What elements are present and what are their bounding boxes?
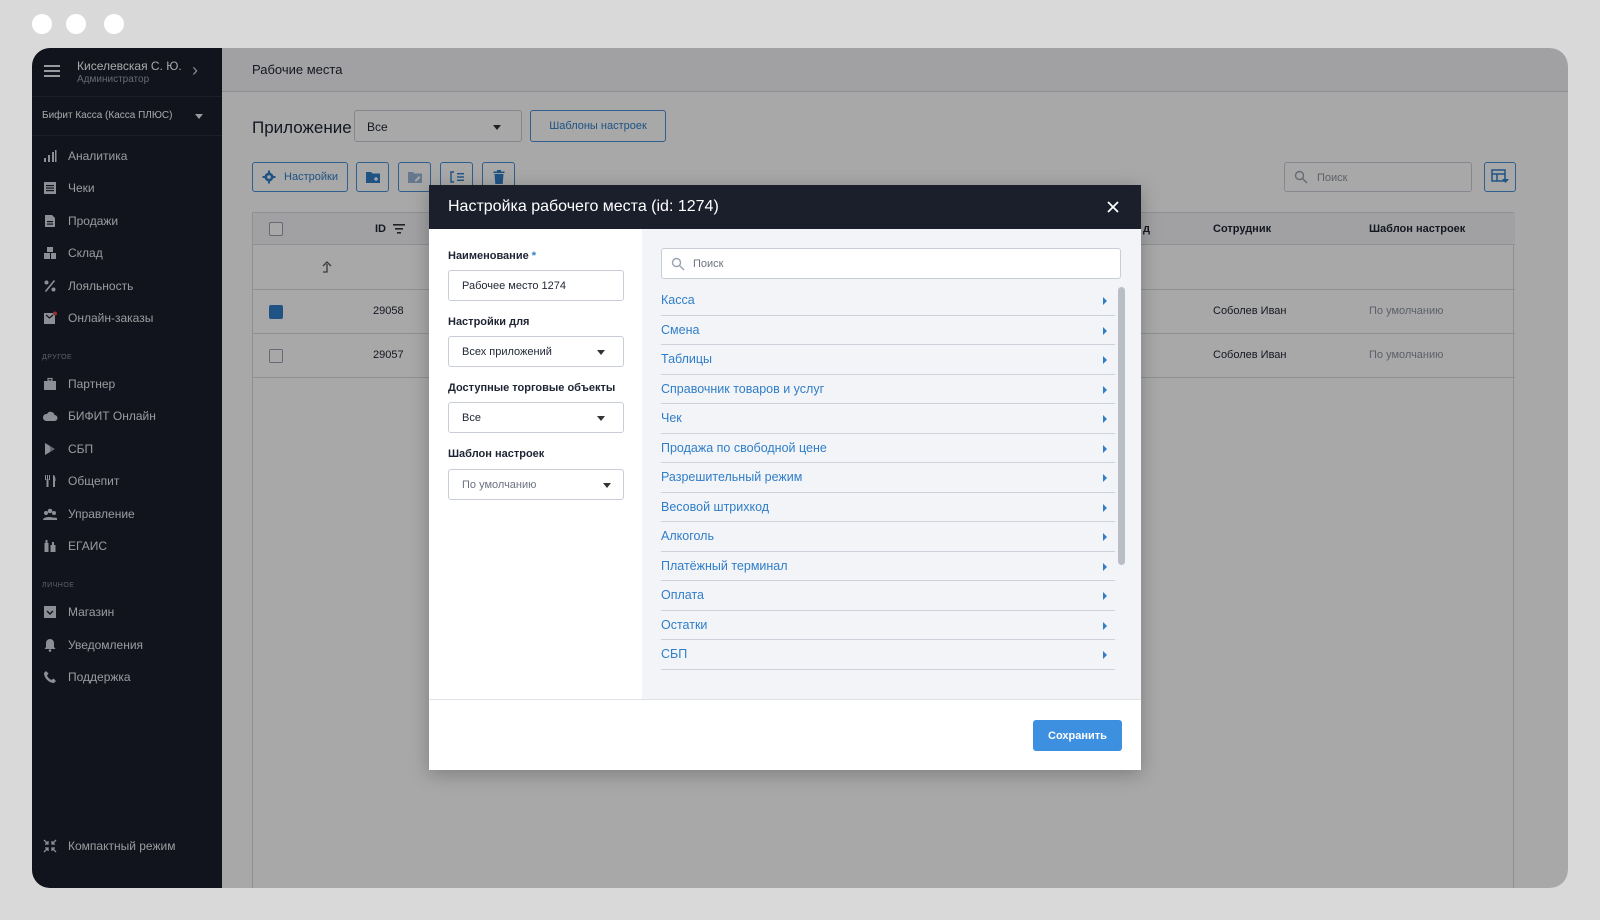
caret-right-icon (1103, 356, 1107, 364)
settings-category-item[interactable]: Остатки (661, 611, 1115, 640)
settings-category-item[interactable]: Справочник товаров и услуг (661, 375, 1115, 404)
caret-right-icon (1103, 651, 1107, 659)
settings-category-label: Оплата (661, 588, 704, 603)
settings-category-item[interactable]: Разрешительный режим (661, 463, 1115, 493)
settings-category-item[interactable]: Платёжный терминал (661, 552, 1115, 581)
workplace-settings-modal: Настройка рабочего места (id: 1274) Наим… (429, 185, 1141, 770)
close-icon[interactable] (1105, 199, 1121, 215)
settings-category-label: Чек (661, 411, 682, 426)
categories-search-placeholder: Поиск (693, 258, 724, 270)
caret-right-icon (1103, 444, 1107, 453)
objects-select[interactable]: Все (448, 402, 624, 433)
caret-down-icon (603, 483, 611, 488)
settings-category-label: Смена (661, 322, 700, 337)
caret-right-icon (1103, 562, 1107, 571)
name-value: Рабочее место 1274 (462, 280, 567, 292)
settings-category-item[interactable]: Алкоголь (661, 522, 1115, 552)
settings-category-item[interactable]: Продажа по свободной цене (661, 434, 1115, 463)
caret-right-icon (1103, 592, 1107, 600)
settings-for-value: Всех приложений (462, 346, 552, 358)
template-label: Шаблон настроек (448, 448, 545, 460)
settings-category-item[interactable]: Оплата (661, 581, 1115, 611)
caret-down-icon (597, 350, 605, 355)
settings-category-item[interactable]: СБП (661, 640, 1115, 670)
caret-right-icon (1103, 474, 1107, 482)
template-select[interactable]: По умолчанию (448, 469, 624, 500)
caret-right-icon (1103, 326, 1107, 335)
settings-for-select[interactable]: Всех приложений (448, 336, 624, 367)
settings-category-label: Продажа по свободной цене (661, 440, 827, 455)
window-control-dot[interactable] (32, 14, 52, 34)
settings-category-item[interactable]: Касса (661, 286, 1115, 316)
modal-footer: Сохранить (429, 699, 1141, 770)
settings-category-label: Касса (661, 293, 695, 308)
caret-right-icon (1103, 503, 1107, 512)
caret-right-icon (1103, 297, 1107, 305)
settings-category-item[interactable]: Смена (661, 316, 1115, 345)
caret-right-icon (1103, 533, 1107, 541)
caret-right-icon (1103, 385, 1107, 394)
settings-category-label: Платёжный терминал (661, 558, 788, 573)
template-value: По умолчанию (462, 479, 537, 491)
settings-categories-panel: Поиск Касса Смена Таблицы Справочник товаро… (642, 229, 1141, 699)
modal-title: Настройка рабочего места (id: 1274) (448, 198, 719, 215)
settings-category-item[interactable]: Чек (661, 404, 1115, 434)
save-button[interactable]: Сохранить (1033, 720, 1122, 751)
objects-value: Все (462, 412, 481, 424)
settings-category-label: Разрешительный режим (661, 470, 803, 485)
scrollbar-thumb[interactable] (1118, 287, 1125, 565)
modal-form: Наименование * Рабочее место 1274 Настро… (429, 229, 642, 699)
settings-category-label: Остатки (661, 617, 708, 632)
name-label: Наименование * (448, 250, 537, 262)
caret-right-icon (1103, 621, 1107, 630)
window-control-dot[interactable] (66, 14, 86, 34)
objects-label: Доступные торговые объекты (448, 382, 616, 394)
caret-down-icon (597, 416, 605, 421)
categories-list: Касса Смена Таблицы Справочник товаров и ус… (661, 286, 1115, 670)
app-window: Киселевская С. Ю. Администратор › Бифит … (32, 48, 1568, 888)
settings-category-label: Справочник товаров и услуг (661, 381, 825, 396)
settings-category-label: Таблицы (661, 352, 713, 367)
settings-category-item[interactable]: Таблицы (661, 345, 1115, 375)
settings-category-label: СБП (661, 647, 688, 662)
settings-for-label: Настройки для (448, 316, 530, 328)
scrollbar[interactable] (1118, 287, 1125, 692)
name-field[interactable]: Рабочее место 1274 (448, 270, 624, 301)
settings-category-item[interactable]: Весовой штрихкод (661, 493, 1115, 522)
window-control-dot[interactable] (104, 14, 124, 34)
caret-right-icon (1103, 415, 1107, 423)
modal-header: Настройка рабочего места (id: 1274) (429, 185, 1141, 229)
categories-search-input[interactable]: Поиск (661, 248, 1121, 279)
settings-category-label: Весовой штрихкод (661, 499, 770, 514)
search-icon (671, 257, 685, 271)
settings-category-label: Алкоголь (661, 529, 714, 544)
